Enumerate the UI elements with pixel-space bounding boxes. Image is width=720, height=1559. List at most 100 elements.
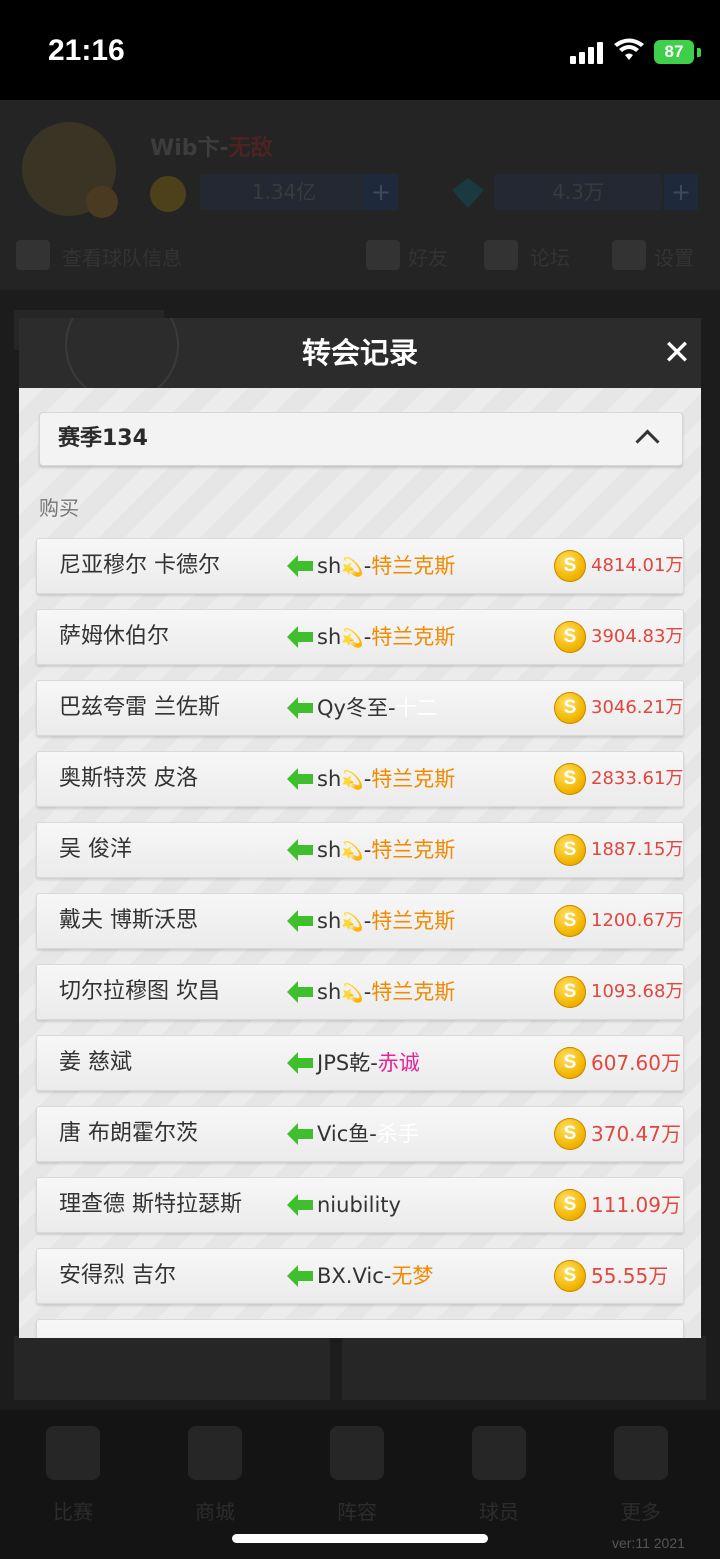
transfer-row[interactable]: 安得烈 吉尔 BX.Vic-无梦 55.55万 (36, 1248, 684, 1304)
more-icon (614, 1426, 668, 1480)
seller-emoji: 💫 (341, 628, 364, 649)
modal-body: 赛季134 购买 尼亚穆尔 卡德尔sh💫-特兰克斯4814.01万萨姆休伯尔sh… (19, 388, 701, 1338)
seller-name: sh (317, 909, 342, 933)
transfer-row[interactable]: 巴兹夸雷 兰佐斯 Qy冬至-十二 3046.21万 (36, 680, 684, 736)
seller-name: sh (317, 838, 342, 862)
arrow-left-icon (287, 1052, 313, 1074)
arrow-left-icon (287, 626, 313, 648)
transfer-row[interactable]: 尼亚穆尔 卡德尔 sh💫-特兰克斯 4814.01万 (36, 538, 684, 594)
arrow-left-icon (287, 839, 313, 861)
player-name: 萨姆休伯尔 (59, 624, 170, 649)
arrow-left-icon (287, 555, 313, 577)
home-indicator[interactable] (232, 1534, 488, 1543)
battery-icon: 87 (654, 40, 694, 64)
coin-icon (554, 621, 586, 653)
seller-club: 十二 (395, 696, 438, 720)
coin-icon (554, 1189, 586, 1221)
transfer-price: 111.09万 (591, 1193, 681, 1217)
transfer-price: 1887.15万 (591, 839, 684, 860)
transfer-price: 55.55万 (591, 1264, 669, 1288)
seller-info: JPS乾-赤诚 (317, 1036, 420, 1092)
transfer-row[interactable]: 戴夫 博斯沃思 sh💫-特兰克斯 1200.67万 (36, 893, 684, 949)
coin-icon (554, 550, 586, 582)
seller-separator: - (370, 1051, 378, 1075)
transfer-price: 370.47万 (591, 1122, 681, 1146)
player-icon (472, 1426, 526, 1480)
close-icon[interactable]: ✕ (657, 333, 697, 373)
badge-icon (86, 186, 118, 218)
transfer-row[interactable]: 唐 布朗霍尔茨 Vic鱼-杀手 370.47万 (36, 1106, 684, 1162)
status-bar: 21:16 87 (0, 0, 720, 100)
transfer-row[interactable]: 萨姆休伯尔 sh💫-特兰克斯 3904.83万 (36, 609, 684, 665)
seller-info: Qy冬至-十二 (317, 681, 438, 737)
player-name: 奥斯特茨 皮洛 (59, 766, 198, 791)
seller-club: 特兰克斯 (371, 767, 456, 791)
seller-info: Vic鱼-杀手 (317, 1107, 419, 1163)
bg-add-coins-button: + (364, 174, 398, 210)
arrow-left-icon (287, 1194, 313, 1216)
coin-icon (554, 1260, 586, 1292)
coin-icon (554, 834, 586, 866)
player-name: 姜 慈斌 (59, 1050, 132, 1075)
transfer-price: 1200.67万 (591, 910, 684, 931)
transfer-row[interactable]: 吴 俊洋 sh💫-特兰克斯 1887.15万 (36, 822, 684, 878)
player-name: 吴 俊洋 (59, 837, 132, 862)
coin-icon (554, 763, 586, 795)
coin-icon (554, 692, 586, 724)
bg-coin-balance: 1.34亿 (200, 174, 368, 210)
bg-profile-header: Wib卞-无敌 1.34亿 + 4.3万 + 查看球队信息 好友 论坛 设置 (0, 100, 720, 290)
seller-club: 特兰克斯 (371, 909, 456, 933)
seller-name: BX.Vic (317, 1264, 384, 1288)
bg-player-name-text: Wib卞- (150, 136, 229, 161)
arrow-left-icon (287, 1265, 313, 1287)
player-name: 戴夫 博斯沃思 (59, 908, 198, 933)
bg-nav-friends: 好友 (408, 246, 448, 270)
seller-name: sh (317, 554, 342, 578)
settings-icon (612, 240, 646, 270)
season-dropdown[interactable]: 赛季134 (39, 412, 683, 466)
seller-name: sh (317, 980, 342, 1004)
seller-emoji: 💫 (341, 983, 364, 1004)
seller-info: sh💫-特兰克斯 (317, 823, 455, 879)
seller-separator: - (387, 696, 396, 720)
transfer-row[interactable]: 理查德 斯特拉瑟斯 niubility 111.09万 (36, 1177, 684, 1233)
bg-footer-tab: 比赛 (53, 1500, 93, 1524)
modal-header: 转会记录 ✕ (19, 318, 701, 402)
arrow-left-icon (287, 910, 313, 932)
status-time: 21:16 (48, 34, 125, 67)
seller-info: sh💫-特兰克斯 (317, 965, 455, 1021)
arrow-left-icon (287, 1123, 313, 1145)
coin-icon (150, 176, 186, 212)
bg-card (14, 1336, 330, 1400)
forum-icon (484, 240, 518, 270)
coin-icon (554, 976, 586, 1008)
seller-name: Qy冬至 (317, 696, 388, 720)
team-info-icon (16, 240, 50, 270)
seller-emoji: 💫 (341, 841, 364, 862)
seller-name: niubility (317, 1193, 401, 1217)
player-name: 安得烈 吉尔 (59, 1263, 176, 1288)
transfer-row[interactable]: 切尔拉穆图 坎昌 sh💫-特兰克斯 1093.68万 (36, 964, 684, 1020)
transfer-row[interactable]: 奥斯特茨 皮洛 sh💫-特兰克斯 2833.61万 (36, 751, 684, 807)
transfer-record-modal: 转会记录 ✕ 赛季134 购买 尼亚穆尔 卡德尔sh💫-特兰克斯4814.01万… (19, 318, 701, 1338)
transfer-row-partial[interactable] (36, 1319, 684, 1338)
seller-info: BX.Vic-无梦 (317, 1249, 433, 1305)
player-name: 尼亚穆尔 卡德尔 (59, 553, 220, 578)
seller-info: sh💫-特兰克斯 (317, 894, 455, 950)
seller-club: 特兰克斯 (371, 838, 456, 862)
seller-emoji: 💫 (341, 557, 364, 578)
store-icon (188, 1426, 242, 1480)
transfer-price: 2833.61万 (591, 768, 684, 789)
seller-emoji: 💫 (341, 770, 364, 791)
seller-info: niubility (317, 1178, 401, 1234)
bg-nav-forum: 论坛 (530, 246, 570, 270)
battery-nub (697, 48, 701, 57)
transfer-row[interactable]: 姜 慈斌 JPS乾-赤诚 607.60万 (36, 1035, 684, 1091)
coin-icon (554, 905, 586, 937)
gem-icon (452, 178, 484, 208)
seller-info: sh💫-特兰克斯 (317, 539, 455, 595)
transfer-price: 3904.83万 (591, 626, 684, 647)
seller-club: 特兰克斯 (371, 554, 456, 578)
section-label-purchase: 购买 (39, 496, 79, 520)
transfer-price: 607.60万 (591, 1051, 681, 1075)
